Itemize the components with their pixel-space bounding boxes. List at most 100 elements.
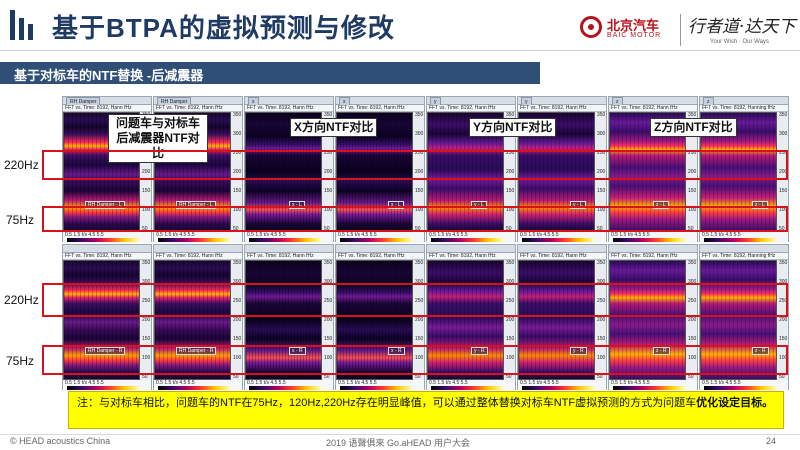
panel-colorbar: [431, 386, 503, 390]
y-tick: 150: [688, 336, 697, 342]
panel-colorbar: [67, 386, 139, 390]
panel-colorbar: [158, 238, 230, 242]
footer-copyright: © HEAD acoustics China: [10, 436, 111, 446]
panel-colorbar: [340, 238, 412, 242]
y-tick: 150: [142, 188, 151, 194]
panel-fft-label: FFT vs. Time: 8192, Hann fHz: [427, 105, 515, 112]
y-tick: 150: [779, 336, 788, 342]
panel-colorbar: [704, 238, 776, 242]
band-top-220hz: [42, 150, 788, 180]
panel-toolbar: [427, 245, 515, 253]
y-tick: 150: [415, 336, 424, 342]
panel-colorbar: [704, 386, 776, 390]
panel-colorbar: [67, 238, 139, 242]
panel-colorbar: [249, 386, 321, 390]
callout-x: X方向NTF对比: [290, 118, 378, 137]
label-bottom-220hz: 220Hz: [4, 293, 39, 307]
y-tick: 150: [597, 336, 606, 342]
panel-fft-label: FFT vs. Time: 8192, Hann fHz: [245, 105, 333, 112]
page-title: 基于BTPA的虚拟预测与修改: [52, 13, 395, 43]
note-bold: 优化设定目标。: [696, 397, 774, 409]
panel-fft-label: FFT vs. Time: 8192, Hann fHz: [518, 105, 606, 112]
y-tick: 150: [233, 336, 242, 342]
panel-fft-label: FFT vs. Time: 8192, Hann fHz: [63, 105, 151, 112]
brand-divider: [680, 14, 681, 46]
band-top-75hz: [42, 206, 788, 232]
label-bottom-75hz: 75Hz: [6, 354, 35, 368]
y-tick: 200: [233, 317, 242, 323]
panel-fft-label: FFT vs. Time: 8192, Hann fHz: [63, 253, 151, 260]
header-divider: [0, 50, 800, 51]
y-tick: 200: [506, 317, 515, 323]
y-tick: 300: [415, 131, 424, 137]
y-tick: 200: [779, 317, 788, 323]
panel-colorbar: [431, 238, 503, 242]
y-tick: 200: [597, 317, 606, 323]
y-tick: 350: [415, 260, 424, 266]
panel-toolbar: [245, 245, 333, 253]
panel-colorbar: [340, 386, 412, 390]
panel-fft-label: FFT vs. Time: 8192, Hann fHz: [336, 253, 424, 260]
y-tick: 350: [506, 260, 515, 266]
y-tick: 350: [597, 260, 606, 266]
y-tick: 350: [233, 112, 242, 118]
footer-event: 2019 语聲俱來 Go.aHEAD 用户大会: [326, 438, 471, 448]
head-acoustics-logo: [10, 10, 33, 40]
panel-toolbar: [518, 245, 606, 253]
y-tick: 150: [233, 188, 242, 194]
y-tick: 150: [779, 188, 788, 194]
brand-slogan: 行者道·达天下: [688, 17, 796, 37]
panel-colorbar: [613, 238, 685, 242]
note-text: 注：与对标车相比，问题车的NTF在75Hz，120Hz,220Hz存在明显峰值，…: [77, 397, 697, 409]
band-bottom-220hz: [42, 283, 788, 317]
brand-slogan-en: Your Wish · Our Ways: [710, 39, 769, 45]
y-tick: 150: [142, 336, 151, 342]
label-top-75hz: 75Hz: [6, 213, 35, 227]
panel-fft-label: FFT vs. Time: 8192, Hann fHz: [609, 253, 697, 260]
panel-fft-label: FFT vs. Time: 8192, Hann fHz: [336, 105, 424, 112]
y-tick: 350: [779, 260, 788, 266]
panel-fft-label: FFT vs. Time: 8192, Hann fHz: [245, 253, 333, 260]
callout-z: Z方向NTF对比: [650, 118, 737, 137]
y-tick: 150: [597, 188, 606, 194]
brand-name-en: BAIC MOTOR: [607, 32, 662, 39]
panel-toolbar: [63, 245, 151, 253]
label-top-220hz: 220Hz: [4, 158, 39, 172]
y-tick: 150: [688, 188, 697, 194]
y-tick: 150: [415, 188, 424, 194]
page-number: 24: [766, 436, 777, 446]
panel-fft-label: FFT vs. Time: 8192, Hann fHz: [609, 105, 697, 112]
panel-toolbar: [609, 245, 697, 253]
y-tick: 350: [597, 112, 606, 118]
panel-toolbar: [154, 245, 242, 253]
y-tick: 350: [688, 260, 697, 266]
panel-colorbar: [522, 238, 594, 242]
y-tick: 300: [597, 131, 606, 137]
panel-colorbar: [249, 238, 321, 242]
baic-emblem-icon: [580, 16, 602, 38]
y-tick: 350: [779, 112, 788, 118]
y-tick: 300: [233, 131, 242, 137]
y-tick: 200: [142, 317, 151, 323]
y-tick: 150: [506, 188, 515, 194]
panel-colorbar: [522, 386, 594, 390]
y-tick: 150: [324, 336, 333, 342]
y-tick: 350: [233, 260, 242, 266]
panel-fft-label: FFT vs. Time: 8192, Hann fHz: [154, 105, 242, 112]
panel-colorbar: [613, 386, 685, 390]
y-tick: 350: [415, 112, 424, 118]
section-bar: 基于对标车的NTF替换 -后减震器: [0, 62, 540, 84]
baic-brand: 北京汽车 BAIC MOTOR 行者道·达天下 Your Wish · Our …: [580, 12, 795, 50]
panel-toolbar: [700, 245, 788, 253]
panel-toolbar: [336, 245, 424, 253]
y-tick: 350: [142, 260, 151, 266]
y-tick: 150: [324, 188, 333, 194]
panel-fft-label: FFT vs. Time: 8192, Hann fHz: [154, 253, 242, 260]
y-tick: 300: [779, 131, 788, 137]
section-title: 基于对标车的NTF替换 -后减震器: [14, 68, 204, 83]
band-bottom-75hz: [42, 345, 788, 375]
y-tick: 200: [415, 317, 424, 323]
panel-fft-label: FFT vs. Time: 8192, Hanning fHz: [700, 253, 788, 260]
y-tick: 150: [506, 336, 515, 342]
footer-divider: [0, 434, 800, 435]
